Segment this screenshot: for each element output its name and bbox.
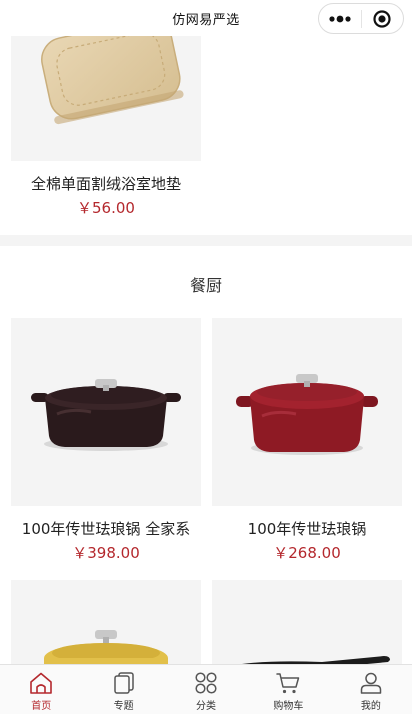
enamel-pot-image [31, 379, 181, 451]
home-icon [30, 672, 53, 694]
product-price: ￥398.00 [72, 544, 140, 562]
section-divider [0, 235, 412, 246]
tab-label: 我的 [360, 701, 381, 712]
tab-bar: 首页 专题 分类 购物车 我的 [0, 664, 412, 714]
page: 仿网易严选 全棉单面割绒浴室地垫 ￥56.00 餐厨 100年传世珐琅锅 全家系… [0, 0, 412, 714]
mini-program-capsule [318, 3, 404, 34]
section-title: 餐厨 [189, 276, 222, 295]
target-close-icon [373, 9, 392, 28]
page-title: 仿网易严选 [172, 12, 240, 28]
more-button[interactable] [319, 4, 361, 33]
tab-label: 专题 [113, 701, 134, 712]
product-image [212, 318, 402, 506]
tab-label: 分类 [196, 701, 217, 712]
product-name: 全棉单面割绒浴室地垫 [30, 175, 181, 193]
tab-topic[interactable]: 专题 [82, 665, 164, 714]
product-name: 100年传世珐琅锅 全家系 [21, 520, 191, 538]
tab-home[interactable]: 首页 [0, 665, 82, 714]
cart-icon [276, 673, 300, 694]
more-dots-icon [329, 15, 351, 22]
tab-label: 首页 [31, 701, 52, 712]
tab-label: 购物车 [273, 701, 304, 712]
product-image [11, 318, 201, 506]
topic-icon [113, 672, 134, 694]
product-name: 100年传世珐琅锅 [247, 520, 367, 538]
category-icon [195, 672, 217, 694]
profile-icon [360, 672, 382, 694]
product-price: ￥268.00 [273, 544, 341, 562]
tab-profile[interactable]: 我的 [330, 665, 412, 714]
tab-category[interactable]: 分类 [165, 665, 247, 714]
enamel-pot-image [236, 374, 378, 455]
tab-cart[interactable]: 购物车 [247, 665, 329, 714]
nav-bar: 仿网易严选 [0, 0, 412, 36]
product-price: ￥56.00 [77, 199, 135, 217]
close-button[interactable] [362, 4, 403, 33]
